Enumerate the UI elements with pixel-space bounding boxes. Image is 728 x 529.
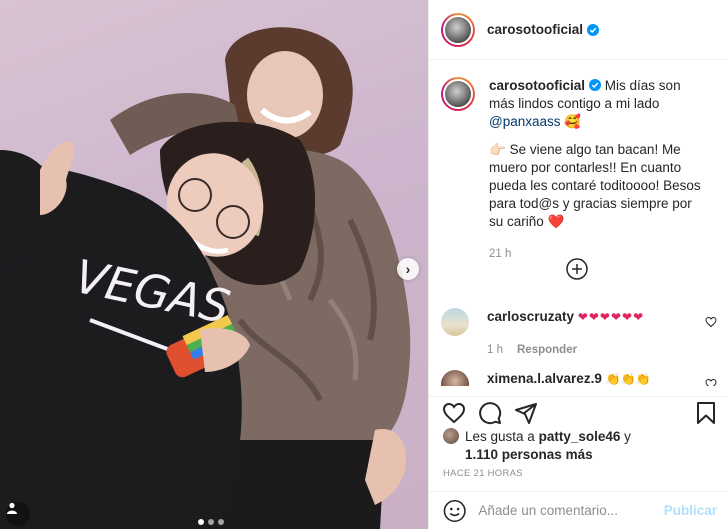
author-username[interactable]: carosotooficial bbox=[487, 22, 583, 37]
carousel-indicator bbox=[198, 519, 224, 525]
comment-time[interactable]: 1 h bbox=[487, 344, 503, 356]
like-comment-heart-icon[interactable] bbox=[705, 378, 717, 386]
likes-count-link[interactable]: 1.110 personas más bbox=[465, 447, 593, 462]
photo-illustration: VEGAS bbox=[0, 27, 411, 529]
load-more-comments-icon[interactable] bbox=[566, 258, 588, 280]
pointing-hand-emoji: 👉🏻 bbox=[489, 142, 506, 158]
red-heart-emoji: ❤️ bbox=[547, 214, 565, 230]
post-photo[interactable]: VEGAS › bbox=[0, 0, 428, 529]
caption-username[interactable]: carosotooficial bbox=[489, 78, 585, 93]
share-send-icon[interactable] bbox=[514, 401, 538, 425]
like-heart-icon[interactable] bbox=[442, 401, 466, 425]
tagged-users-button[interactable] bbox=[6, 502, 30, 526]
comment-item: carloscruzaty ❤❤❤❤❤❤ 1 h Responder bbox=[441, 308, 717, 359]
comments-section: carosotooficial Mis días son más lindos … bbox=[429, 61, 728, 386]
smiling-hearts-emoji: 🥰 bbox=[564, 114, 582, 130]
carousel-dot bbox=[218, 519, 224, 525]
post-sidebar: carosotooficial carosotooficial Mis días… bbox=[428, 0, 728, 529]
likes-and: y bbox=[624, 429, 631, 444]
emoji-picker-icon[interactable] bbox=[443, 499, 466, 523]
publish-button[interactable]: Publicar bbox=[664, 503, 717, 518]
post-caption: carosotooficial Mis días son más lindos … bbox=[441, 77, 717, 263]
comment-input[interactable] bbox=[478, 503, 664, 518]
carousel-dot bbox=[208, 519, 214, 525]
verified-badge-icon bbox=[587, 23, 600, 36]
caption-paragraph: Se viene algo tan bacan! Me muero por co… bbox=[489, 142, 701, 229]
chevron-right-icon: › bbox=[405, 261, 411, 277]
commenter-username[interactable]: ximena.l.alvarez.9 bbox=[487, 371, 602, 386]
like-comment-heart-icon[interactable] bbox=[705, 316, 717, 328]
commenter-avatar[interactable] bbox=[441, 370, 469, 386]
liker-username[interactable]: patty_sole46 bbox=[539, 429, 621, 444]
likes-prefix: Les gusta a bbox=[465, 429, 535, 444]
add-comment-bar: Publicar bbox=[429, 491, 728, 529]
reply-button[interactable]: Responder bbox=[517, 344, 577, 356]
post-modal: VEGAS › carosotooficial carosotooficial … bbox=[0, 0, 728, 529]
post-header: carosotooficial bbox=[429, 0, 728, 60]
commenter-avatar[interactable] bbox=[441, 308, 469, 336]
next-photo-button[interactable]: › bbox=[397, 258, 419, 280]
commenter-username[interactable]: carloscruzaty bbox=[487, 309, 574, 324]
comment-bubble-icon[interactable] bbox=[478, 401, 502, 425]
carousel-dot-active bbox=[198, 519, 204, 525]
bookmark-icon[interactable] bbox=[694, 401, 718, 425]
comment-text: ❤❤❤❤❤❤ bbox=[577, 310, 645, 324]
action-bar bbox=[429, 396, 728, 425]
mention-link[interactable]: @panxaass bbox=[489, 114, 561, 129]
comment-item: ximena.l.alvarez.9 👏👏👏 bbox=[441, 370, 717, 386]
comment-text: 👏👏👏 bbox=[605, 372, 651, 386]
user-icon bbox=[7, 502, 17, 514]
caption-author-avatar[interactable] bbox=[441, 77, 475, 111]
likes-summary: Les gusta a patty_sole46 y 1.110 persona… bbox=[443, 428, 723, 464]
post-timestamp[interactable]: HACE 21 HORAS bbox=[443, 468, 523, 479]
caption-time[interactable]: 21 h bbox=[489, 245, 707, 263]
liker-avatar[interactable] bbox=[443, 428, 459, 444]
verified-badge-icon bbox=[589, 79, 602, 91]
author-avatar[interactable] bbox=[441, 12, 475, 47]
